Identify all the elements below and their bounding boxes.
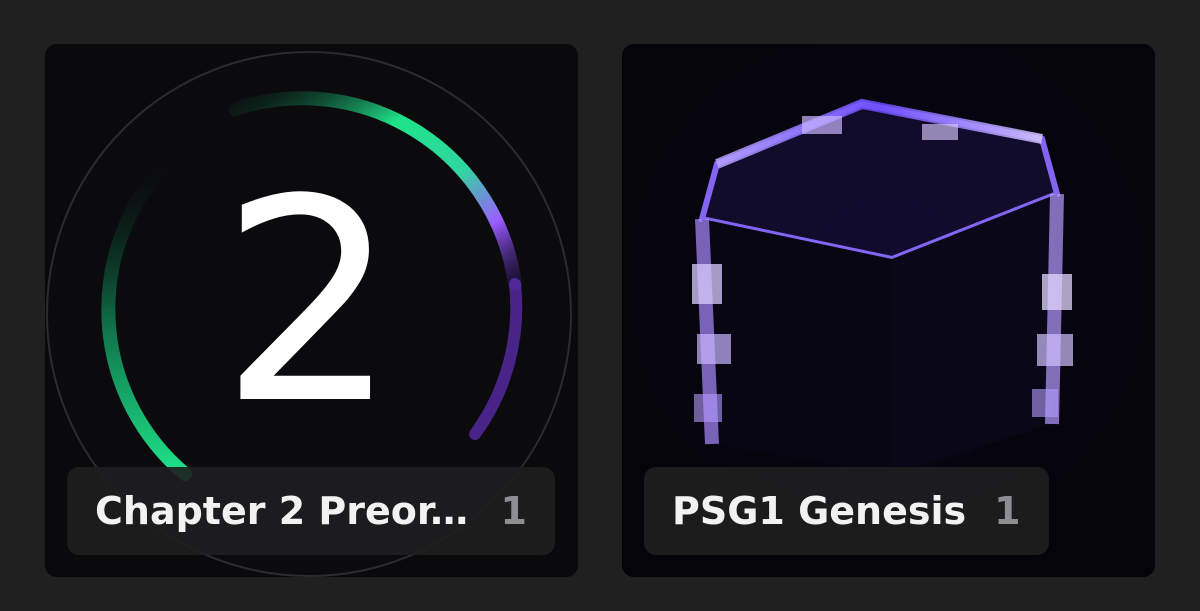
collection-card-psg1-genesis[interactable]: PSG1 Genesis 1 — [622, 44, 1155, 577]
collection-label: Chapter 2 Preor... 1 — [67, 467, 555, 555]
chapter-number: 2 — [220, 140, 398, 466]
collection-card-chapter-2[interactable]: 2 Chapter 2 Preor... 1 — [45, 44, 578, 577]
collections-grid: 2 Chapter 2 Preor... 1 PSG1 Genesis 1 — [0, 0, 1200, 611]
collection-label: PSG1 Genesis 1 — [644, 467, 1049, 555]
collection-title: Chapter 2 Preor... — [95, 489, 473, 533]
collection-count: 1 — [994, 489, 1021, 533]
collection-title: PSG1 Genesis — [672, 489, 967, 533]
collection-count: 1 — [500, 489, 527, 533]
